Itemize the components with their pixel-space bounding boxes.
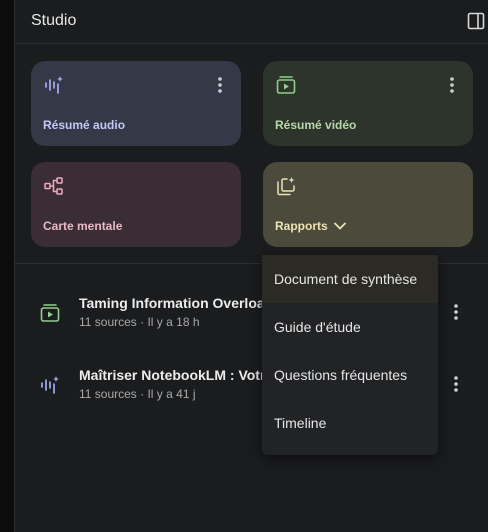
- note-meta: 11 sources · Il y a 41 j: [79, 387, 196, 401]
- header-divider: [15, 43, 488, 44]
- mind-map-icon: [43, 175, 65, 197]
- tile-label: Résumé audio: [43, 118, 126, 132]
- video-play-icon: [275, 74, 297, 96]
- reports-dropdown-menu: Document de synthèse Guide d'étude Quest…: [262, 255, 438, 455]
- more-options-icon[interactable]: [213, 75, 227, 95]
- menu-item-briefing-doc[interactable]: Document de synthèse: [262, 255, 438, 303]
- video-play-icon: [39, 302, 61, 324]
- studio-header: Studio: [31, 0, 487, 42]
- video-overview-tile[interactable]: Résumé vidéo: [263, 61, 473, 146]
- side-panel-icon[interactable]: [465, 10, 487, 32]
- tile-label: Carte mentale: [43, 219, 123, 233]
- menu-item-timeline[interactable]: Timeline: [262, 399, 438, 447]
- chevron-down-icon: [333, 219, 346, 233]
- note-title: Taming Information Overload: [79, 295, 269, 311]
- reports-sparkle-icon: [275, 175, 297, 197]
- mind-map-tile[interactable]: Carte mentale: [31, 162, 241, 247]
- reports-tile[interactable]: Rapports: [263, 162, 473, 247]
- menu-item-faq[interactable]: Questions fréquentes: [262, 351, 438, 399]
- tile-label-with-dropdown: Rapports: [275, 219, 346, 233]
- audio-waveform-icon: [39, 374, 61, 396]
- note-meta: 11 sources · Il y a 18 h: [79, 315, 200, 329]
- left-pane-edge: [0, 0, 14, 532]
- menu-item-study-guide[interactable]: Guide d'étude: [262, 303, 438, 351]
- more-options-icon[interactable]: [449, 302, 463, 322]
- audio-overview-tile[interactable]: Résumé audio: [31, 61, 241, 146]
- tile-label: Résumé vidéo: [275, 118, 357, 132]
- audio-waveform-icon: [43, 74, 65, 96]
- more-options-icon[interactable]: [449, 374, 463, 394]
- more-options-icon[interactable]: [445, 75, 459, 95]
- page-title: Studio: [31, 12, 77, 29]
- tile-label: Rapports: [275, 219, 328, 233]
- note-title: Maîtriser NotebookLM : Votre: [79, 367, 269, 383]
